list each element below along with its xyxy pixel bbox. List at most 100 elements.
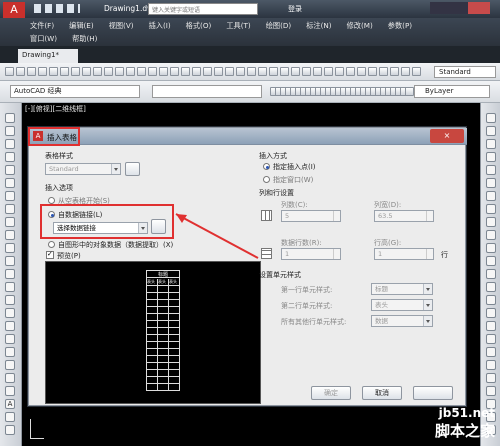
toolbar-button-30[interactable] [335, 67, 344, 76]
menu-item-row17[interactable]: 标注(N) [306, 21, 331, 31]
toolbar-button-18[interactable] [203, 67, 212, 76]
menu-item-row13[interactable]: 插入(I) [149, 21, 171, 31]
modify-tool-4-icon[interactable] [486, 165, 496, 175]
draw-tool-8-icon[interactable] [5, 217, 15, 227]
toolbar-button-2[interactable] [27, 67, 36, 76]
row-height-input[interactable]: 1 [374, 248, 434, 260]
data-rows-input[interactable]: 1 [281, 248, 341, 260]
preview-checkbox[interactable] [46, 250, 54, 259]
toolbar-button-17[interactable] [192, 67, 201, 76]
insert-point-radio[interactable] [263, 163, 270, 170]
table-style-select[interactable]: Standard [45, 163, 121, 175]
tab-drawing1[interactable]: Drawing1* [18, 49, 78, 63]
modify-tool-0-icon[interactable] [486, 113, 496, 123]
toolbar-button-27[interactable] [405, 87, 414, 96]
search-input[interactable]: 键入关键字或短语 [148, 3, 258, 15]
modify-tool-10-icon[interactable] [486, 243, 496, 253]
toolbar-button-23[interactable] [258, 67, 267, 76]
menu-item-row15[interactable]: 工具(T) [226, 21, 250, 31]
draw-tool-0-icon[interactable] [5, 113, 15, 123]
menu-item-row11[interactable]: 编辑(E) [69, 21, 94, 31]
toolbar-button-27[interactable] [302, 67, 311, 76]
close-button[interactable]: × [430, 129, 464, 143]
toolbar-button-5[interactable] [60, 67, 69, 76]
quick-access-icons[interactable] [34, 4, 80, 13]
draw-tool-2-icon[interactable] [5, 139, 15, 149]
toolbar-button-33[interactable] [368, 67, 377, 76]
draw-tool-16-icon[interactable] [5, 321, 15, 331]
menu-item-row10[interactable]: 文件(F) [30, 21, 54, 31]
draw-tool-18-icon[interactable] [5, 347, 15, 357]
from-objects-radio[interactable] [48, 241, 55, 248]
draw-tool-4-icon[interactable] [5, 165, 15, 175]
modify-tool-1-icon[interactable] [486, 126, 496, 136]
viewport-label[interactable]: [-][俯视][二维线框] [25, 104, 86, 114]
toolbar-button-13[interactable] [148, 67, 157, 76]
columns-input[interactable]: 5 [281, 210, 341, 222]
menu-item-row19[interactable]: 参数(P) [388, 21, 412, 31]
toolbar-button-1[interactable] [16, 67, 25, 76]
toolbar-button-25[interactable] [280, 67, 289, 76]
toolbar-button-21[interactable] [236, 67, 245, 76]
toolbar-button-20[interactable] [225, 67, 234, 76]
menu-item-row20[interactable]: 窗口(W) [30, 34, 57, 44]
draw-tool-15-icon[interactable] [5, 308, 15, 318]
insert-window-radio[interactable] [263, 176, 270, 183]
toolbar-button-4[interactable] [49, 67, 58, 76]
draw-tool-10-icon[interactable] [5, 243, 15, 253]
draw-tool-3-icon[interactable] [5, 152, 15, 162]
toolbar-button-35[interactable] [390, 67, 399, 76]
from-empty-radio[interactable] [48, 197, 55, 204]
cancel-button[interactable]: 取消 [362, 386, 402, 400]
col-width-input[interactable]: 63.5 [374, 210, 434, 222]
toolbar-button-16[interactable] [181, 67, 190, 76]
draw-tool-19-icon[interactable] [5, 360, 15, 370]
window-controls[interactable] [430, 2, 490, 14]
first-row-select[interactable]: 标题 [371, 283, 433, 295]
modify-tool-21-icon[interactable] [486, 386, 496, 396]
toolbar-button-11[interactable] [126, 67, 135, 76]
draw-tool-13-icon[interactable] [5, 282, 15, 292]
ok-button[interactable]: 确定 [311, 386, 351, 400]
toolbar-button-29[interactable] [324, 67, 333, 76]
second-row-select[interactable]: 表头 [371, 299, 433, 311]
toolbar-button-15[interactable] [170, 67, 179, 76]
modify-tool-16-icon[interactable] [486, 321, 496, 331]
modify-tool-2-icon[interactable] [486, 139, 496, 149]
draw-tool-24-icon[interactable] [5, 425, 15, 435]
help-button[interactable] [413, 386, 453, 400]
draw-tool-23-icon[interactable] [5, 412, 15, 422]
toolbar-button-31[interactable] [346, 67, 355, 76]
modify-tool-17-icon[interactable] [486, 334, 496, 344]
modify-tool-15-icon[interactable] [486, 308, 496, 318]
modify-tool-7-icon[interactable] [486, 204, 496, 214]
modify-tool-6-icon[interactable] [486, 191, 496, 201]
draw-tool-22-icon[interactable]: A [5, 399, 15, 409]
toolbar-button-22[interactable] [247, 67, 256, 76]
menu-item-row16[interactable]: 绘图(D) [266, 21, 292, 31]
menu-item-row14[interactable]: 格式(O) [186, 21, 212, 31]
toolbar-button-28[interactable] [313, 67, 322, 76]
text-style-select[interactable]: Standard [434, 66, 496, 78]
color-select[interactable]: ByLayer [414, 85, 490, 98]
workspace-select[interactable]: AutoCAD 经典 [10, 85, 140, 98]
other-rows-select[interactable]: 数据 [371, 315, 433, 327]
draw-tool-11-icon[interactable] [5, 256, 15, 266]
modify-tool-9-icon[interactable] [486, 230, 496, 240]
modify-tool-20-icon[interactable] [486, 373, 496, 383]
modify-tool-18-icon[interactable] [486, 347, 496, 357]
modify-tool-11-icon[interactable] [486, 256, 496, 266]
modify-tool-14-icon[interactable] [486, 295, 496, 305]
modify-tool-3-icon[interactable] [486, 152, 496, 162]
modify-tool-19-icon[interactable] [486, 360, 496, 370]
app-logo[interactable]: A [3, 2, 25, 18]
draw-tool-20-icon[interactable] [5, 373, 15, 383]
draw-tool-5-icon[interactable] [5, 178, 15, 188]
toolbar-button-19[interactable] [214, 67, 223, 76]
menu-item-row21[interactable]: 帮助(H) [72, 34, 97, 44]
toolbar-button-24[interactable] [269, 67, 278, 76]
toolbar-button-8[interactable] [93, 67, 102, 76]
toolbar-button-9[interactable] [104, 67, 113, 76]
toolbar-button-36[interactable] [401, 67, 410, 76]
draw-tool-12-icon[interactable] [5, 269, 15, 279]
